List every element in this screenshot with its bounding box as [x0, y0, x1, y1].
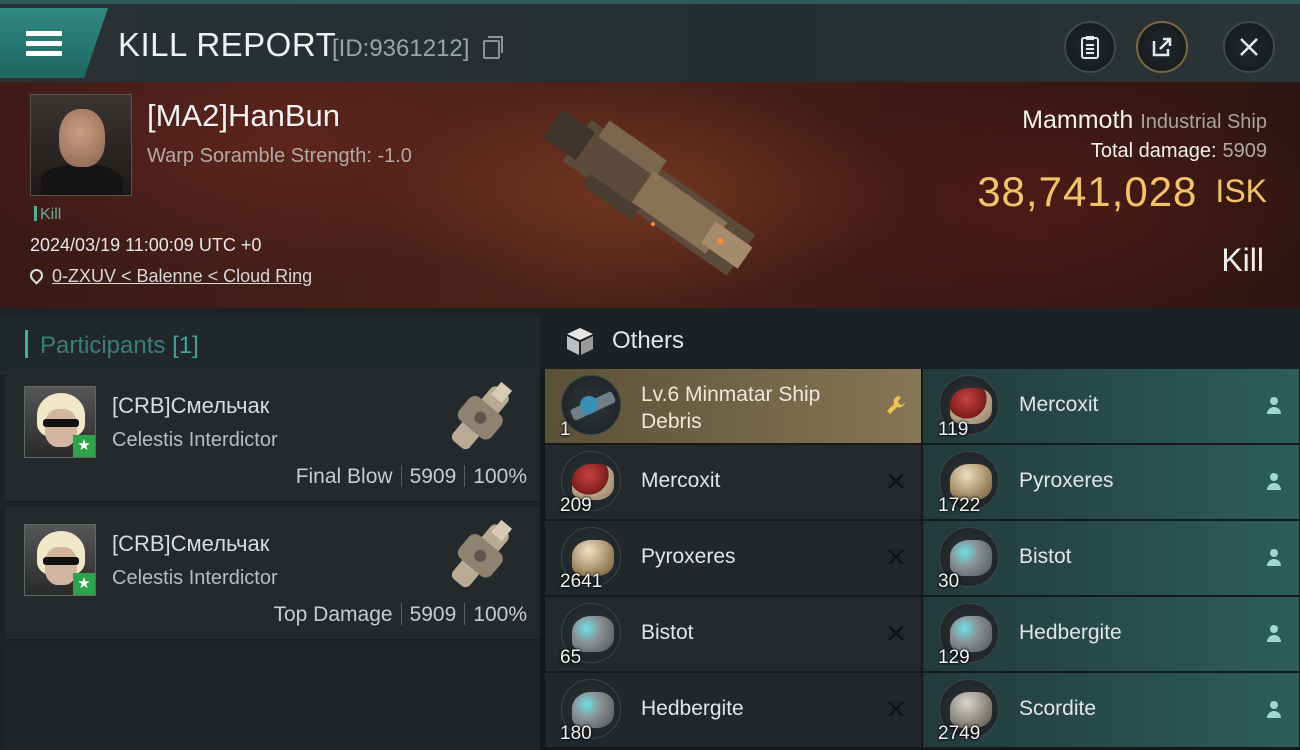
item-quantity: 2749	[938, 723, 981, 744]
item-quantity: 180	[560, 723, 592, 744]
participant-role: Final Blow	[295, 465, 393, 488]
share-icon	[1152, 37, 1172, 57]
warp-scramble-strength: Warp Soramble Strength: -1.0	[147, 145, 412, 167]
item-name: Pyroxeres	[641, 545, 736, 568]
others-label: Others	[612, 327, 685, 354]
item-name: Mercoxit	[641, 469, 721, 492]
participant-ship: Celestis Interdictor	[112, 567, 278, 589]
destroyed-x-icon	[888, 549, 904, 565]
top-bar: KILL REPORT [ID:9361212]	[0, 0, 1300, 82]
item-cell[interactable]: 30 Bistot	[923, 521, 1299, 595]
total-damage: Total damage: 5909	[1091, 140, 1267, 163]
participants-header: Participants [1]	[0, 316, 540, 374]
star-icon: ★	[73, 573, 95, 595]
participants-empty-area	[5, 643, 540, 750]
clipboard-button[interactable]	[1064, 21, 1116, 73]
item-cell[interactable]: 65 Bistot	[545, 597, 921, 671]
participant-avatar: ★	[24, 524, 96, 596]
victim-panel: [MA2]HanBun Warp Soramble Strength: -1.0…	[0, 82, 1300, 308]
wrench-icon	[887, 396, 905, 414]
participant-avatar: ★	[24, 386, 96, 458]
kill-tag: Kill	[34, 206, 61, 224]
item-cell[interactable]: 2749 Scordite	[923, 673, 1299, 747]
participant-damage: 5909	[409, 603, 457, 626]
cube-icon	[567, 328, 593, 355]
hamburger-icon	[26, 26, 62, 61]
person-icon	[1267, 473, 1281, 490]
destroyed-x-icon	[888, 701, 904, 717]
participant-ship-image	[451, 381, 513, 450]
page-title: KILL REPORT	[118, 26, 337, 63]
item-cell[interactable]: 2641 Pyroxeres	[545, 521, 921, 595]
item-quantity: 1	[560, 419, 571, 440]
item-quantity: 129	[938, 647, 970, 668]
item-name: Bistot	[1019, 545, 1072, 568]
isk-amount: 38,741,028	[977, 168, 1198, 215]
victim-ship-image	[542, 109, 756, 276]
location-pin-icon	[27, 266, 46, 285]
report-id: [ID:9361212]	[332, 35, 470, 62]
item-name: Scordite	[1019, 697, 1097, 720]
participants-label: Participants	[40, 332, 166, 359]
item-name: Hedbergite	[641, 697, 744, 720]
copy-icon[interactable]	[483, 36, 503, 59]
destroyed-x-icon	[888, 625, 904, 641]
location-link[interactable]: 0-ZXUV < Balenne < Cloud Ring	[52, 266, 312, 286]
participant-percent: 100%	[473, 465, 527, 488]
item-name: Lv.6 Minmatar Ship Debris	[641, 383, 821, 433]
item-quantity: 2641	[560, 571, 603, 592]
participant-name: [CRB]Смельчак	[112, 531, 270, 556]
item-cell[interactable]: 209 Mercoxit	[545, 445, 921, 519]
isk-value: 38,741,028 ISK	[977, 168, 1267, 216]
item-cell[interactable]: 1722 Pyroxeres	[923, 445, 1299, 519]
person-icon	[1267, 549, 1281, 566]
item-quantity: 1722	[938, 495, 981, 516]
participant-row[interactable]: ★ [CRB]Смельчак Celestis Interdictor Fin…	[5, 368, 540, 502]
person-icon	[1267, 397, 1281, 414]
ship-name: Mammoth	[1022, 106, 1134, 134]
close-icon	[1240, 38, 1258, 56]
menu-button[interactable]	[0, 8, 108, 78]
close-button[interactable]	[1223, 21, 1275, 73]
participant-role: Top Damage	[273, 603, 393, 626]
victim-ship[interactable]: Mammoth Industrial Ship	[1022, 106, 1267, 135]
ship-class: Industrial Ship	[1140, 111, 1267, 133]
share-button[interactable]	[1136, 21, 1188, 73]
item-name: Mercoxit	[1019, 393, 1099, 416]
item-cell[interactable]: 119 Mercoxit	[923, 369, 1299, 443]
participant-damage: 5909	[409, 465, 457, 488]
item-quantity: 30	[938, 571, 960, 592]
total-damage-label: Total damage:	[1090, 140, 1217, 162]
participant-stats: Top Damage 5909 100%	[273, 603, 527, 627]
victim-name[interactable]: [MA2]HanBun	[147, 98, 340, 134]
participant-percent: 100%	[473, 603, 527, 626]
isk-unit: ISK	[1215, 173, 1267, 209]
person-icon	[1267, 625, 1281, 642]
participant-ship-image	[451, 519, 513, 588]
item-quantity: 209	[560, 495, 592, 516]
participant-name: [CRB]Смельчак	[112, 393, 270, 418]
clipboard-icon	[1081, 36, 1099, 59]
total-damage-value: 5909	[1222, 140, 1268, 162]
item-cell[interactable]: 180 Hedbergite	[545, 673, 921, 747]
item-name: Hedbergite	[1019, 621, 1122, 644]
item-quantity: 65	[560, 647, 582, 668]
participant-stats: Final Blow 5909 100%	[296, 465, 527, 489]
kill-result: Kill	[1221, 242, 1264, 278]
destroyed-x-icon	[888, 473, 904, 489]
item-name: Bistot	[641, 621, 694, 644]
victim-avatar[interactable]	[30, 94, 132, 196]
participants-count: [1]	[172, 332, 199, 359]
item-quantity: 119	[938, 419, 969, 440]
item-cell[interactable]: 129 Hedbergite	[923, 597, 1299, 671]
item-name: Pyroxeres	[1019, 469, 1114, 492]
participant-ship: Celestis Interdictor	[112, 429, 278, 451]
participant-row[interactable]: ★ [CRB]Смельчак Celestis Interdictor Top…	[5, 506, 540, 640]
kill-datetime: 2024/03/19 11:00:09 UTC +0	[30, 235, 262, 255]
item-cell[interactable]: 1 Lv.6 Minmatar Ship Debris	[545, 369, 921, 443]
others-header: Others	[540, 308, 1300, 369]
person-icon	[1267, 701, 1281, 718]
kill-location[interactable]: 0-ZXUV < Balenne < Cloud Ring	[27, 266, 312, 287]
star-icon: ★	[73, 435, 95, 457]
